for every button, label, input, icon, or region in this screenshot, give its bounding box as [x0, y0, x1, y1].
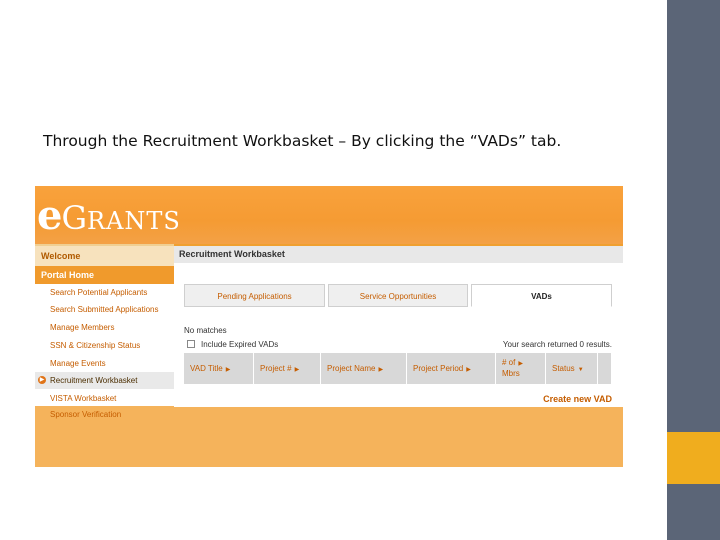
- main-panel: Recruitment Workbasket Pending Applicati…: [174, 244, 623, 467]
- nav-item-search-potential-applicants[interactable]: Search Potential Applicants: [35, 284, 174, 301]
- sort-arrow-icon: ▶: [378, 367, 384, 373]
- logo-e: e: [37, 192, 62, 239]
- column-project-number[interactable]: Project # ▶: [254, 353, 321, 384]
- column-label-line1: # of: [502, 358, 516, 367]
- tab-bar: Pending Applications Service Opportuniti…: [184, 284, 612, 307]
- egrants-logo: eGRANTS: [37, 196, 181, 236]
- include-expired-row: Include Expired VADs: [187, 340, 278, 349]
- include-expired-checkbox[interactable]: [187, 340, 195, 348]
- column-label: Project Period: [413, 364, 464, 373]
- results-table-header: VAD Title ▶ Project # ▶ Project Name ▶ Proj…: [184, 353, 612, 384]
- column-label: Status: [552, 364, 575, 373]
- nav-welcome[interactable]: Welcome: [35, 244, 174, 266]
- column-label: Project #: [260, 364, 292, 373]
- slide-caption: Through the Recruitment Workbasket – By …: [43, 132, 562, 150]
- column-label: Project Name: [327, 364, 376, 373]
- no-matches-text: No matches: [184, 326, 227, 335]
- side-accent-block: [667, 432, 720, 484]
- column-label-line2: Mbrs: [502, 369, 520, 378]
- sort-arrow-icon: ▶: [518, 361, 523, 367]
- active-arrow-icon: ▶: [38, 376, 46, 384]
- panel-content: Pending Applications Service Opportuniti…: [174, 263, 623, 407]
- nav-item-manage-members[interactable]: Manage Members: [35, 319, 174, 336]
- nav-item-vista-workbasket[interactable]: VISTA Workbasket: [35, 390, 174, 407]
- column-vad-title[interactable]: VAD Title ▶: [184, 353, 254, 384]
- nav-item-label: Recruitment Workbasket: [50, 376, 138, 385]
- sort-arrow-icon: ▶: [466, 367, 471, 373]
- results-count-text: Your search returned 0 results.: [502, 340, 612, 349]
- column-num-members[interactable]: # of ▶ Mbrs: [496, 353, 546, 384]
- nav-links: Search Potential Applicants Search Submi…: [35, 284, 174, 406]
- logo-rest: RANTS: [87, 207, 181, 235]
- nav-item-sponsor-verification[interactable]: Sponsor Verification: [35, 406, 174, 423]
- include-expired-label: Include Expired VADs: [201, 340, 279, 349]
- tab-vads[interactable]: VADs: [471, 284, 612, 307]
- nav-item-search-submitted-applications[interactable]: Search Submitted Applications: [35, 301, 174, 318]
- create-new-vad-link[interactable]: Create new VAD: [543, 394, 612, 404]
- nav-item-manage-events[interactable]: Manage Events: [35, 355, 174, 372]
- panel-title: Recruitment Workbasket: [174, 244, 623, 263]
- column-label: VAD Title: [190, 364, 223, 373]
- column-filler: [598, 353, 612, 384]
- column-status[interactable]: Status ▼: [546, 353, 598, 384]
- nav-portal-home[interactable]: Portal Home: [35, 266, 174, 284]
- column-project-period[interactable]: Project Period ▶: [407, 353, 496, 384]
- tab-service-opportunities[interactable]: Service Opportunities: [328, 284, 468, 307]
- tab-pending-applications[interactable]: Pending Applications: [184, 284, 325, 307]
- sort-arrow-icon: ▶: [225, 367, 231, 373]
- sort-arrow-icon: ▼: [577, 367, 584, 373]
- logo-g: G: [61, 199, 88, 237]
- egrants-screenshot: eGRANTS Welcome Portal Home Search Poten…: [35, 186, 623, 467]
- left-nav: Welcome Portal Home Search Potential App…: [35, 244, 174, 467]
- sort-arrow-icon: ▶: [294, 367, 300, 373]
- nav-item-ssn-citizenship-status[interactable]: SSN & Citizenship Status: [35, 337, 174, 354]
- nav-item-recruitment-workbasket[interactable]: ▶ Recruitment Workbasket: [35, 372, 174, 389]
- egrants-banner: eGRANTS: [35, 186, 623, 244]
- column-project-name[interactable]: Project Name ▶: [321, 353, 407, 384]
